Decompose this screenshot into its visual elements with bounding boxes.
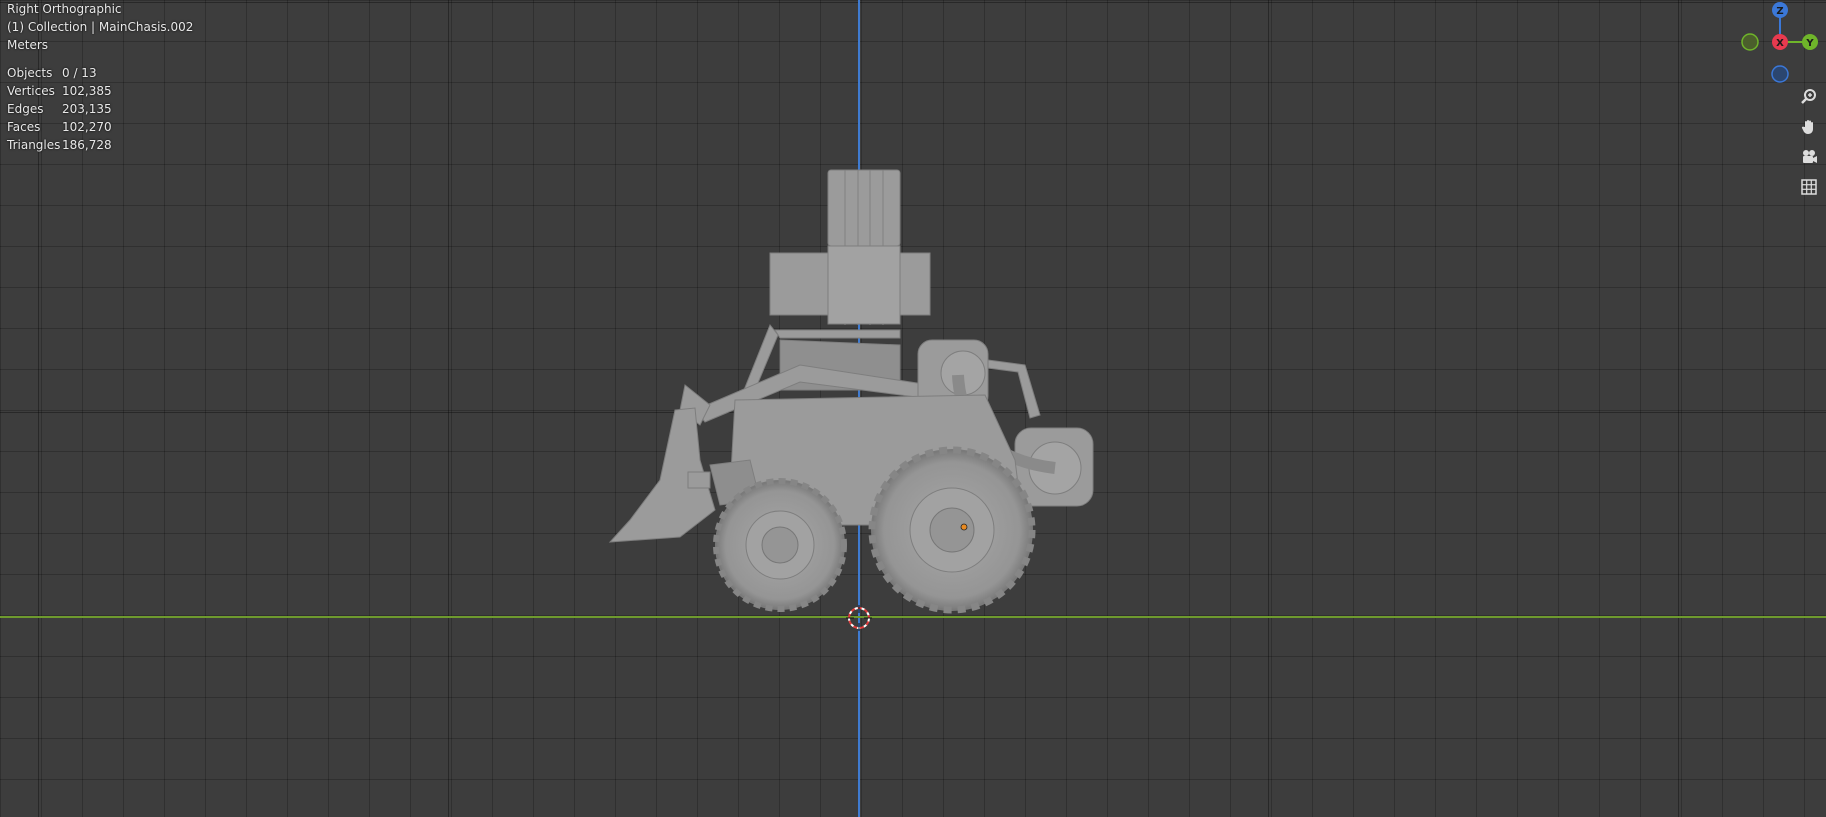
camera-view-icon xyxy=(1803,150,1817,163)
gizmo-x-label: X xyxy=(1776,38,1784,49)
viewport-info: Right Orthographic (1) Collection | Main… xyxy=(7,0,193,54)
collection-info: (1) Collection | MainChasis.002 xyxy=(7,20,194,34)
navigation-gizmo[interactable]: Z Y X xyxy=(1738,0,1826,88)
gizmo-z-label: Z xyxy=(1776,6,1783,17)
camera-view-button[interactable] xyxy=(1796,144,1822,170)
zoom-icon xyxy=(1801,89,1816,104)
zoom-button[interactable] xyxy=(1796,84,1822,110)
roof-rack xyxy=(827,169,901,247)
3d-cursor[interactable] xyxy=(845,604,873,632)
gizmo-neg-z-handle[interactable] xyxy=(1771,65,1789,83)
rear-wheel xyxy=(868,446,1036,614)
stat-row: Faces 102,270 xyxy=(7,120,112,134)
pan-button[interactable] xyxy=(1796,114,1822,140)
grid-toggle-icon xyxy=(1801,179,1817,195)
units-label: Meters xyxy=(7,38,49,52)
stat-row: Objects 0 / 13 xyxy=(7,66,97,80)
scene-statistics: Objects 0 / 13 Vertices 102,385 Edges 203,1… xyxy=(7,64,112,154)
object-origin xyxy=(960,523,968,531)
gizmo-y-label: Y xyxy=(1805,38,1814,49)
view-name: Right Orthographic xyxy=(7,2,122,16)
grid-toggle-button[interactable] xyxy=(1796,174,1822,200)
viewport-nav-tools xyxy=(1796,84,1822,204)
hand-pan-icon xyxy=(1801,120,1813,134)
stat-row: Edges 203,135 xyxy=(7,102,112,116)
front-wheel xyxy=(713,478,847,612)
vehicle-model[interactable] xyxy=(600,160,1120,620)
gizmo-neg-y-handle[interactable] xyxy=(1741,33,1759,51)
stat-row: Vertices 102,385 xyxy=(7,84,112,98)
stat-row: Triangles 186,728 xyxy=(7,138,112,152)
